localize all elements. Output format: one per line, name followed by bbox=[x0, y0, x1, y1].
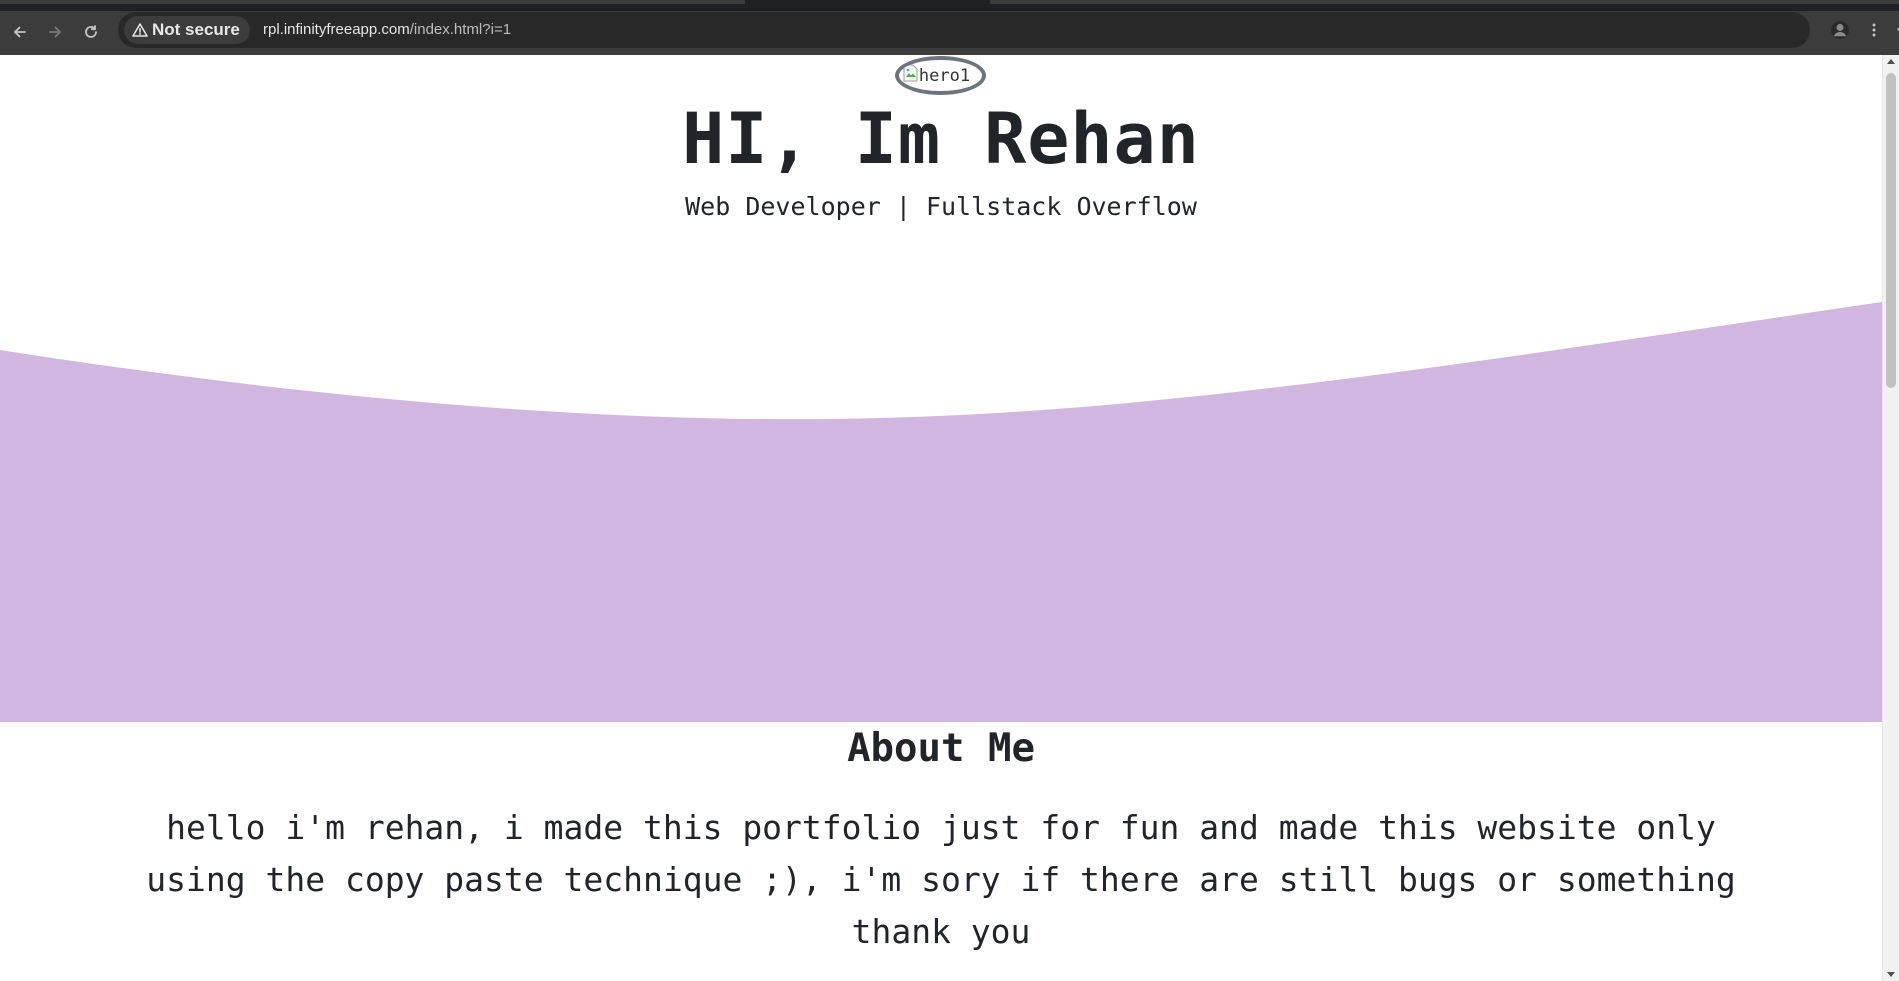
about-title: About Me bbox=[847, 726, 1035, 771]
page-scrollbar[interactable] bbox=[1882, 55, 1899, 981]
profile-icon bbox=[1831, 21, 1849, 39]
hero-image-alt: hero1 bbox=[918, 65, 971, 86]
scroll-up-arrow-icon[interactable] bbox=[1887, 59, 1895, 64]
scroll-down-arrow-icon[interactable] bbox=[1887, 972, 1895, 977]
broken-image-icon bbox=[903, 64, 918, 82]
wave-shape bbox=[0, 302, 1882, 722]
hero-image: hero1 bbox=[895, 56, 986, 95]
kebab-menu-icon bbox=[1872, 23, 1876, 37]
forward-button[interactable] bbox=[42, 19, 68, 45]
hero-subtitle: Web Developer | Fullstack Overflow bbox=[685, 192, 1197, 221]
about-text: hello i'm rehan, i made this portfolio j… bbox=[146, 808, 1736, 951]
page-viewport: hero1 HI, Im Rehan Web Developer | Fulls… bbox=[0, 55, 1882, 981]
profile-button[interactable] bbox=[1828, 18, 1852, 42]
url-path: /index.html?i=1 bbox=[409, 21, 512, 38]
back-button[interactable] bbox=[7, 19, 33, 45]
warning-triangle-icon bbox=[132, 23, 148, 37]
browser-toolbar: Not secure rpl.infinityfreeapp.com/index… bbox=[0, 11, 1899, 55]
url-text[interactable]: rpl.infinityfreeapp.com/index.html?i=1 bbox=[263, 21, 511, 38]
forward-arrow-icon bbox=[49, 26, 61, 38]
tab-edge bbox=[990, 0, 1899, 4]
tab-edge bbox=[0, 0, 745, 4]
security-label: Not secure bbox=[152, 20, 240, 39]
security-indicator[interactable]: Not secure bbox=[124, 16, 250, 44]
about-section: About Me hello i'm rehan, i made this po… bbox=[0, 722, 1882, 981]
reload-button[interactable] bbox=[78, 19, 104, 45]
browser-chrome: Not secure rpl.infinityfreeapp.com/index… bbox=[0, 0, 1899, 55]
url-host: rpl.infinityfreeapp.com bbox=[263, 21, 410, 38]
bookmark-button[interactable] bbox=[1893, 19, 1899, 43]
hero-wave-divider bbox=[0, 302, 1882, 722]
browser-menu-button[interactable] bbox=[1862, 18, 1886, 42]
scroll-thumb[interactable] bbox=[1886, 73, 1896, 388]
hero-title: HI, Im Rehan bbox=[682, 98, 1200, 180]
address-bar[interactable]: Not secure rpl.infinityfreeapp.com/index… bbox=[118, 12, 1899, 48]
tab-strip bbox=[0, 0, 1899, 11]
back-arrow-icon bbox=[14, 26, 26, 38]
reload-icon bbox=[85, 25, 97, 38]
